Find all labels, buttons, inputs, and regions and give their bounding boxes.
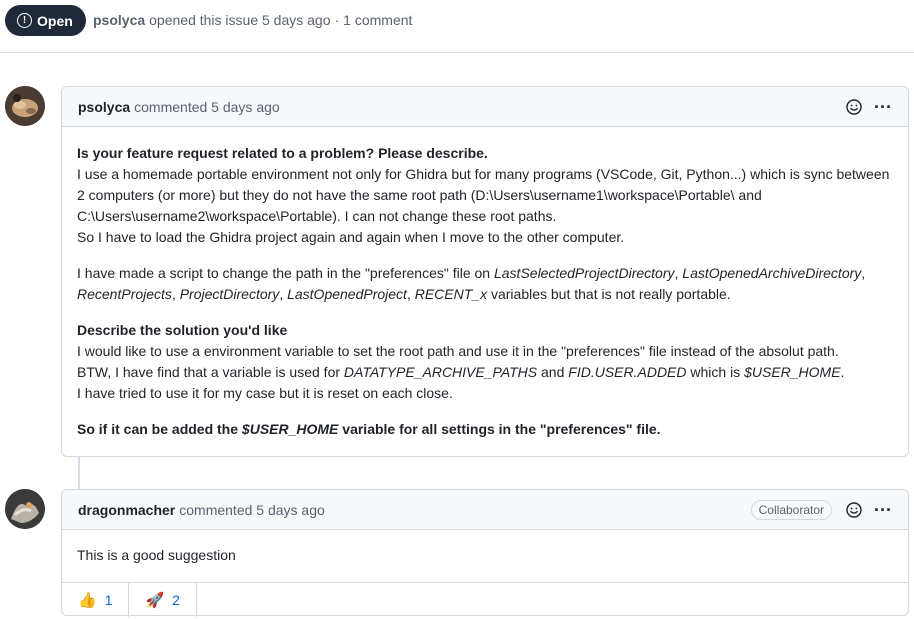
solution-heading: Describe the solution you'd like <box>77 322 288 338</box>
issue-author-link[interactable]: psolyca <box>93 12 145 28</box>
comment-text: This is a good suggestion <box>77 547 236 563</box>
var-name: LastSelectedProjectDirectory <box>493 265 675 281</box>
comment-author-link[interactable]: psolyca <box>78 99 130 115</box>
solution-section: Describe the solution you'd like I would… <box>77 320 893 404</box>
solution-text: BTW, I have find that a variable is used… <box>77 364 344 380</box>
comment-dragonmacher: dragonmacher commented 5 days ago Collab… <box>61 489 909 617</box>
var-name: RECENT_x <box>414 286 488 302</box>
reaction-count: 1 <box>104 592 113 608</box>
issue-opened-text: opened this issue 5 days ago <box>149 12 331 28</box>
thumbs-up-icon: 👍 <box>78 592 97 609</box>
comment-timestamp[interactable]: commented 5 days ago <box>179 502 325 518</box>
solution-text: . <box>840 364 845 380</box>
reaction-thumbs-up-button[interactable]: 👍 1 <box>62 583 130 617</box>
problem-heading: Is your feature request related to a pro… <box>77 145 488 161</box>
comment-header: psolyca commented 5 days ago ··· <box>62 87 908 127</box>
solution-text: I have tried to use it for my case but i… <box>77 385 453 401</box>
separator: , <box>279 286 288 302</box>
var-name: ProjectDirectory <box>179 286 280 302</box>
problem-section: Is your feature request related to a pro… <box>77 143 893 248</box>
script-paragraph: I have made a script to change the path … <box>77 263 893 305</box>
final-request: So if it can be added the $USER_HOME var… <box>77 419 893 440</box>
issue-header: ! Open psolyca opened this issue 5 days … <box>0 0 914 53</box>
add-reaction-icon[interactable] <box>846 99 862 115</box>
timeline-connector <box>78 456 80 490</box>
comment-timestamp[interactable]: commented 5 days ago <box>134 99 280 115</box>
var-name: LastOpenedProject <box>287 286 407 302</box>
var-name: $USER_HOME <box>241 421 339 437</box>
var-name: RecentProjects <box>77 286 172 302</box>
separator: , <box>171 286 180 302</box>
comment-psolyca: psolyca commented 5 days ago ··· Is your… <box>61 86 909 457</box>
var-name: $USER_HOME <box>744 364 841 380</box>
final-text: So if it can be added the <box>77 421 242 437</box>
script-text: I have made a script to change the path … <box>77 265 494 281</box>
reactions-bar: 👍 1 🚀 2 <box>62 582 908 617</box>
comment-body: This is a good suggestion <box>62 530 908 582</box>
avatar-image <box>5 489 45 529</box>
more-options-icon[interactable]: ··· <box>874 98 892 116</box>
meta-separator: · <box>334 12 340 28</box>
problem-text: I use a homemade portable environment no… <box>77 166 890 224</box>
issue-comment-count: 1 comment <box>343 12 413 28</box>
collaborator-badge: Collaborator <box>750 500 833 520</box>
var-name: LastOpenedArchiveDirectory <box>682 265 862 281</box>
comment-actions: ··· <box>846 87 892 127</box>
solution-text: which is <box>686 364 745 380</box>
issue-state-label: Open <box>37 12 73 29</box>
comment-author-link[interactable]: dragonmacher <box>78 502 175 518</box>
issue-state-badge: ! Open <box>5 5 86 36</box>
separator: , <box>406 286 415 302</box>
avatar-dragonmacher[interactable] <box>5 489 45 529</box>
avatar-psolyca[interactable] <box>5 86 45 126</box>
more-options-icon[interactable]: ··· <box>874 501 892 519</box>
final-text: variable for all settings in the "prefer… <box>338 421 661 437</box>
issue-open-icon: ! <box>17 13 32 28</box>
var-name: FID.USER.ADDED <box>568 364 687 380</box>
reaction-count: 2 <box>172 592 180 608</box>
solution-text: and <box>537 364 569 380</box>
comment-header: dragonmacher commented 5 days ago Collab… <box>62 490 908 530</box>
solution-text: I would like to use a environment variab… <box>77 343 839 359</box>
var-name: DATATYPE_ARCHIVE_PATHS <box>343 364 538 380</box>
problem-text-2: So I have to load the Ghidra project aga… <box>77 229 625 245</box>
add-reaction-icon[interactable] <box>846 502 862 518</box>
issue-meta: psolyca opened this issue 5 days ago · 1… <box>93 12 412 28</box>
script-text: variables but that is not really portabl… <box>487 286 731 302</box>
reaction-rocket-button[interactable]: 🚀 2 <box>129 583 197 617</box>
comment-actions: Collaborator ··· <box>750 490 892 530</box>
comment-body: Is your feature request related to a pro… <box>62 127 908 454</box>
separator: , <box>861 265 866 281</box>
avatar-image <box>5 86 45 126</box>
rocket-icon: 🚀 <box>145 592 165 609</box>
